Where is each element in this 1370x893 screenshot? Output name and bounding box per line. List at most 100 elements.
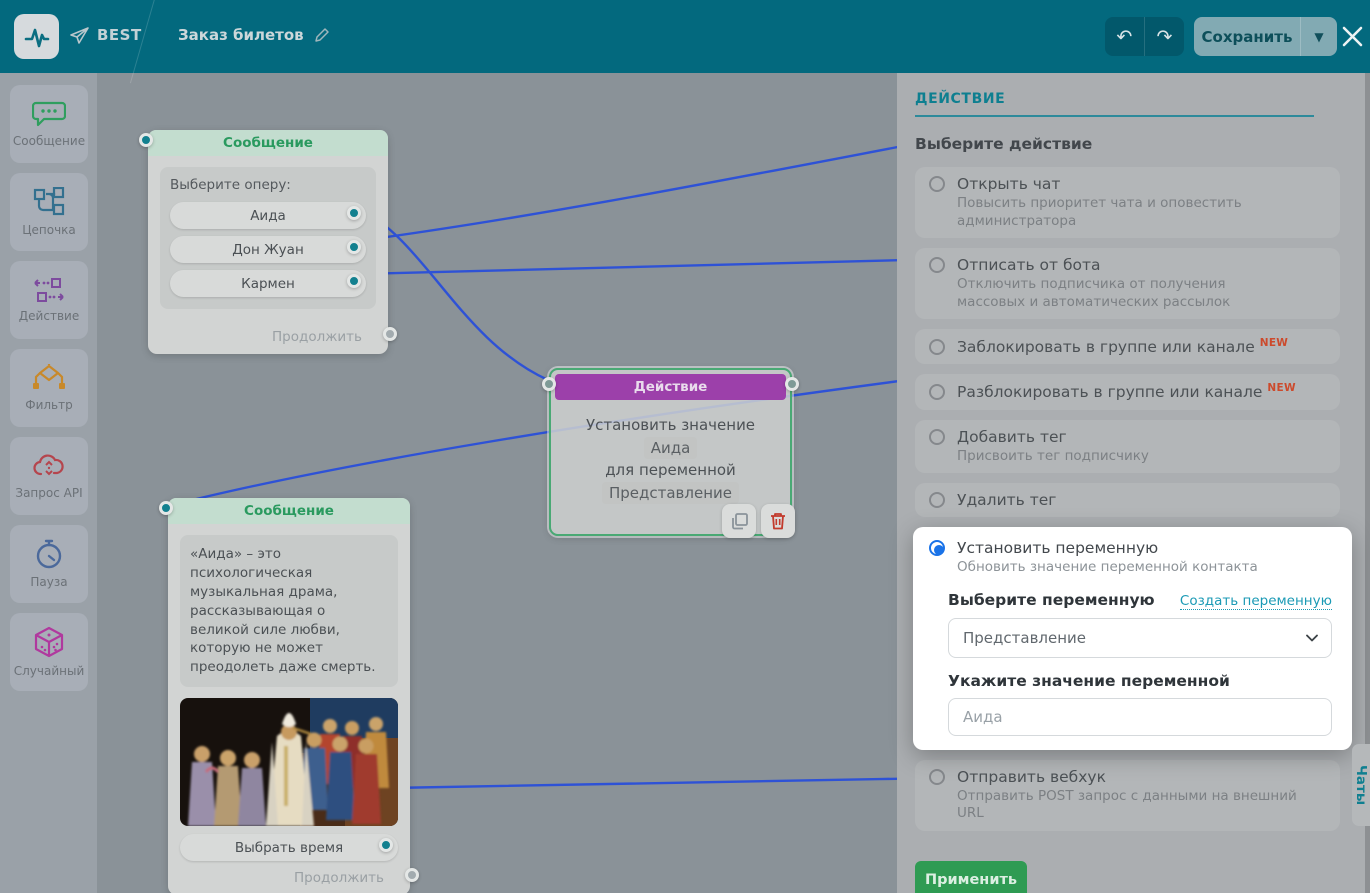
close-icon — [1340, 24, 1365, 49]
sidebar-item-filter[interactable]: Фильтр — [10, 349, 88, 427]
node-header-label: Действие — [634, 379, 708, 395]
option-title: Разблокировать в группе или канале — [957, 384, 1262, 402]
sidebar-item-label: Запрос API — [15, 486, 82, 500]
node-header-label: Сообщение — [223, 135, 313, 151]
sidebar-item-label: Цепочка — [22, 223, 76, 237]
back-label: BEST — [97, 26, 142, 44]
connection-line[interactable] — [390, 778, 945, 788]
sidebar-item-label: Действие — [19, 309, 79, 323]
node-header-label: Сообщение — [244, 503, 334, 519]
reply-button-don-juan[interactable]: Дон Жуан — [170, 236, 366, 263]
option-unblock-in-group[interactable]: Разблокировать в группе или каналеNEW — [915, 374, 1340, 409]
variable-select[interactable]: Представление — [948, 618, 1332, 658]
option-add-tag[interactable]: Добавить тег Присвоить тег подписчику — [915, 420, 1340, 474]
message-image — [180, 698, 398, 826]
option-unsubscribe[interactable]: Отписать от бота Отключить подписчика от… — [915, 248, 1340, 319]
connection-line[interactable] — [358, 259, 945, 274]
sidebar-item-chain[interactable]: Цепочка — [10, 173, 88, 251]
continue-row: Продолжить — [148, 320, 388, 354]
message-text: «Аида» – это психологическая музыкальная… — [190, 545, 388, 677]
redo-button[interactable]: ↷ — [1144, 17, 1184, 56]
radio-unselected[interactable] — [929, 257, 945, 273]
node-header: Сообщение — [168, 498, 410, 524]
sidebar-item-message[interactable]: Сообщение — [10, 85, 88, 163]
radio-selected[interactable] — [929, 540, 945, 556]
output-port[interactable] — [785, 377, 799, 391]
action-text: для переменной — [605, 461, 736, 479]
output-port[interactable] — [379, 838, 393, 852]
option-open-chat[interactable]: Открыть чат Повысить приоритет чата и оп… — [915, 167, 1340, 238]
option-title: Отписать от бота — [957, 256, 1101, 274]
option-subtitle: Присвоить тег подписчику — [957, 448, 1326, 466]
value-chip: Аида — [644, 437, 698, 460]
create-variable-link[interactable]: Создать переменную — [1180, 593, 1332, 610]
action-option-list: Открыть чат Повысить приоритет чата и оп… — [915, 167, 1342, 831]
choose-time-button[interactable]: Выбрать время — [180, 834, 398, 861]
close-button[interactable] — [1340, 24, 1365, 49]
input-port[interactable] — [542, 377, 556, 391]
output-port[interactable] — [347, 274, 361, 288]
radio-unselected[interactable] — [929, 769, 945, 785]
topbar: BEST Заказ билетов ↶ ↷ Сохранить ▼ — [0, 0, 1370, 73]
opera-scene-image — [180, 698, 398, 826]
panel-subheading: Выберите действие — [915, 135, 1342, 153]
option-subtitle: Повысить приоритет чата и оповестить адм… — [957, 195, 1326, 230]
delete-node-button[interactable] — [761, 504, 795, 538]
continue-output-port[interactable] — [383, 327, 397, 341]
sidebar-item-action[interactable]: Действие — [10, 261, 88, 339]
save-button[interactable]: Сохранить — [1194, 28, 1300, 46]
output-port[interactable] — [347, 206, 361, 220]
reply-button-carmen[interactable]: Кармен — [170, 270, 366, 297]
option-title: Удалить тег — [957, 491, 1056, 509]
message-node-1[interactable]: Сообщение Выберите оперу: Аида Дон Жуан … — [148, 130, 388, 354]
chats-tab-label: Чаты — [1353, 765, 1369, 805]
input-port[interactable] — [139, 133, 153, 147]
radio-unselected[interactable] — [929, 492, 945, 508]
message-node-2[interactable]: Сообщение «Аида» – это психологическая м… — [168, 498, 410, 893]
continue-label: Продолжить — [272, 329, 362, 345]
sidebar-item-api-request[interactable]: Запрос API — [10, 437, 88, 515]
reply-button-aida[interactable]: Аида — [170, 202, 366, 229]
continue-row: Продолжить — [168, 861, 410, 893]
option-title: Установить переменную — [957, 539, 1158, 557]
sidebar-item-label: Фильтр — [25, 398, 72, 412]
sidebar-item-random[interactable]: Случайный — [10, 613, 88, 691]
save-split-button: Сохранить ▼ — [1194, 17, 1337, 56]
option-title: Добавить тег — [957, 428, 1067, 446]
sidebar-item-label: Случайный — [14, 664, 85, 678]
chats-tab[interactable]: Чаты — [1352, 744, 1370, 826]
connection-line[interactable] — [358, 138, 945, 241]
undo-button[interactable]: ↶ — [1105, 17, 1144, 56]
output-port[interactable] — [347, 240, 361, 254]
reply-button-label: Дон Жуан — [232, 242, 304, 258]
app-logo[interactable] — [14, 14, 59, 59]
back-to-bot-link[interactable]: BEST — [70, 26, 142, 44]
filter-icon — [32, 364, 66, 392]
option-subtitle: Отключить подписчика от получения массов… — [957, 276, 1287, 311]
sidebar-item-label: Пауза — [30, 575, 67, 589]
apply-button[interactable]: Применить — [915, 861, 1027, 893]
action-text: Установить значение — [586, 416, 755, 434]
variable-value-input[interactable] — [948, 698, 1332, 736]
radio-unselected[interactable] — [929, 176, 945, 192]
radio-unselected[interactable] — [929, 339, 945, 355]
sidebar-item-label: Сообщение — [13, 134, 85, 148]
node-header: Сообщение — [148, 130, 388, 156]
duplicate-node-button[interactable] — [722, 504, 756, 538]
sidebar-item-pause[interactable]: Пауза — [10, 525, 88, 603]
input-port[interactable] — [159, 501, 173, 515]
pulse-icon — [21, 21, 53, 53]
radio-unselected[interactable] — [929, 384, 945, 400]
option-send-webhook[interactable]: Отправить вебхук Отправить POST запрос с… — [915, 760, 1340, 831]
action-settings-panel: ДЕЙСТВИЕ Выберите действие Открыть чат П… — [897, 73, 1370, 893]
flow-title: Заказ билетов — [178, 26, 330, 44]
node-toolbar — [722, 504, 795, 538]
save-dropdown-button[interactable]: ▼ — [1301, 30, 1337, 44]
option-remove-tag[interactable]: Удалить тег — [915, 483, 1340, 517]
random-dice-icon — [33, 626, 65, 658]
edit-pencil-icon[interactable] — [314, 27, 330, 43]
option-block-in-group[interactable]: Заблокировать в группе или каналеNEW — [915, 329, 1340, 364]
flow-title-text: Заказ билетов — [178, 26, 304, 44]
option-set-variable[interactable]: Установить переменную Обновить значение … — [913, 527, 1352, 750]
radio-unselected[interactable] — [929, 429, 945, 445]
